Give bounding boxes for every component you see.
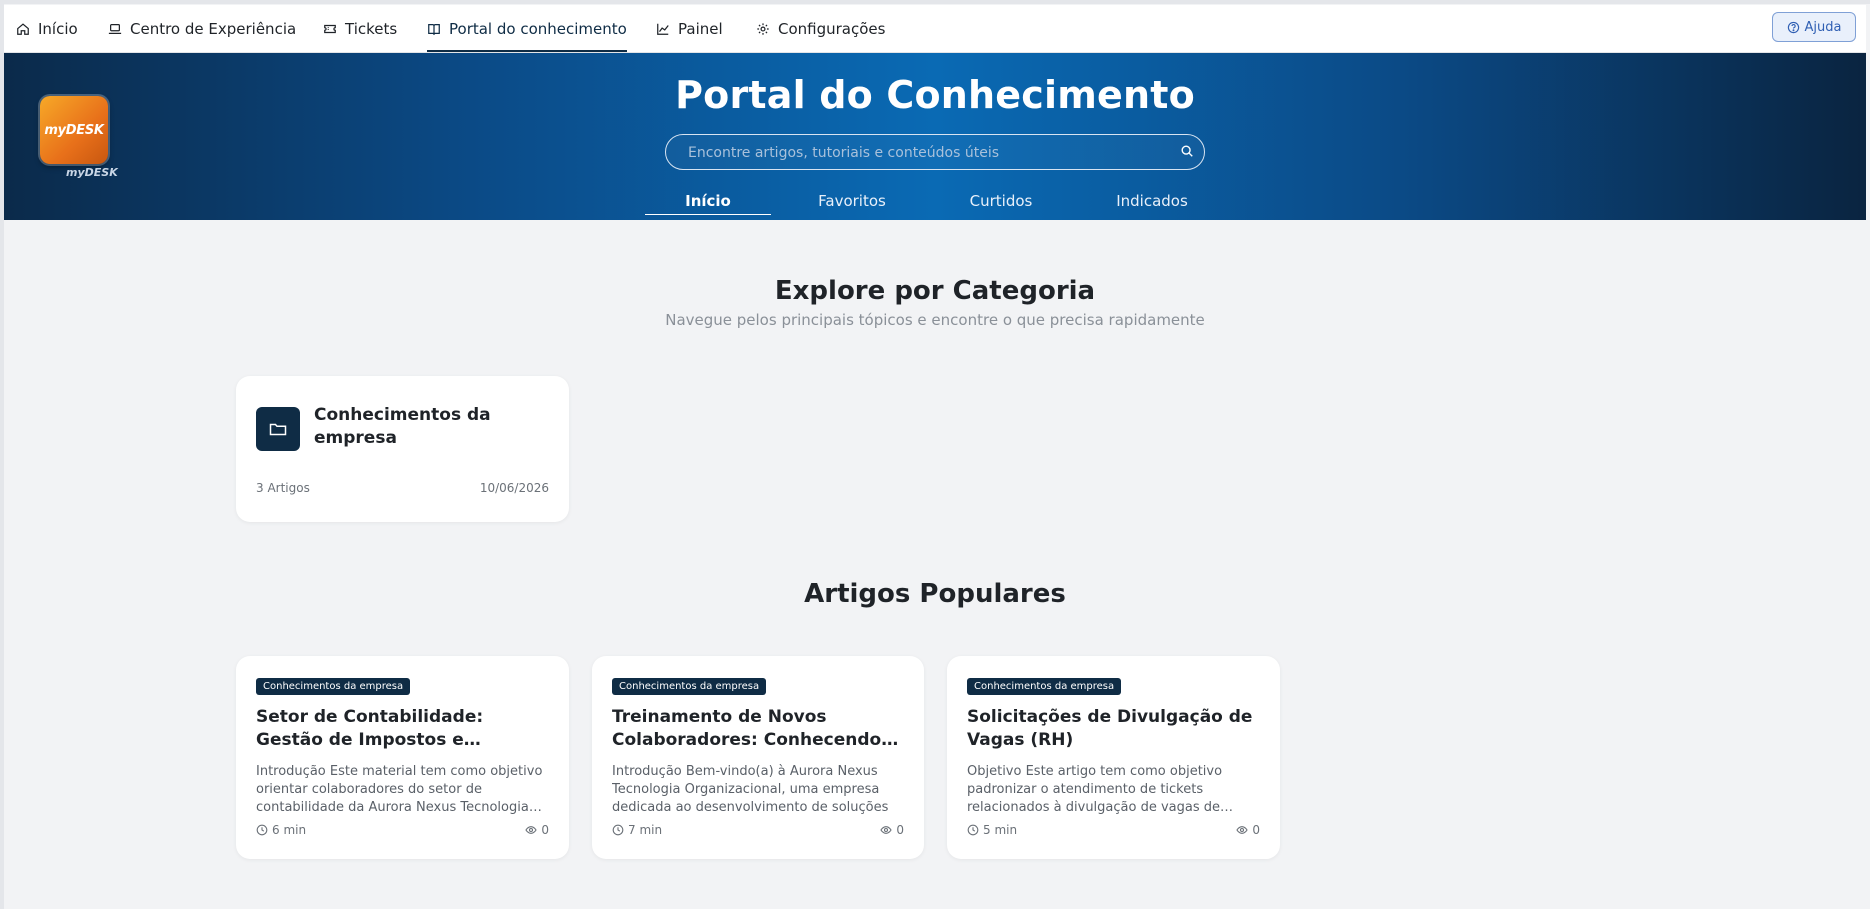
article-card[interactable]: Conhecimentos da empresa Treinamento de … xyxy=(592,656,924,859)
help-circle-icon xyxy=(1787,21,1799,33)
nav-item-label: Início xyxy=(38,19,78,38)
nav-item-centro-de-experiencia[interactable]: Centro de Experiência xyxy=(108,5,296,52)
clock-icon xyxy=(967,824,979,836)
view-count-value: 0 xyxy=(896,823,904,837)
view-count-value: 0 xyxy=(1252,823,1260,837)
article-excerpt: Introdução Este material tem como objeti… xyxy=(256,764,543,815)
article-excerpt: Introdução Bem-vindo(a) à Aurora Nexus T… xyxy=(612,764,889,815)
tab-favoritos[interactable]: Favoritos xyxy=(789,188,915,214)
laptop-icon xyxy=(108,22,122,36)
category-name: Conhecimentos da empresa xyxy=(314,405,491,448)
article-card[interactable]: Conhecimentos da empresa Setor de Contab… xyxy=(236,656,569,859)
category-badge: Conhecimentos da empresa xyxy=(612,678,767,695)
reading-time: 6 min xyxy=(256,823,306,837)
book-icon xyxy=(427,22,441,36)
hero-banner: myDESK myDESK Portal do Conhecimento Iní… xyxy=(4,53,1866,220)
tab-inicio[interactable]: Início xyxy=(645,188,771,215)
popular-articles-title: Artigos Populares xyxy=(804,579,1066,609)
home-icon xyxy=(16,22,30,36)
nav-item-painel[interactable]: Painel xyxy=(656,5,723,52)
reading-time-value: 5 min xyxy=(983,823,1018,837)
logo-text: myDESK xyxy=(44,122,104,138)
nav-item-label: Centro de Experiência xyxy=(130,19,297,38)
nav-item-label: Tickets xyxy=(345,19,398,38)
nav-item-label: Configurações xyxy=(778,19,886,38)
nav-item-tickets[interactable]: Tickets xyxy=(323,5,397,52)
reading-time-value: 6 min xyxy=(272,823,307,837)
eye-icon xyxy=(525,826,537,834)
clock-icon xyxy=(612,824,624,836)
clock-icon xyxy=(256,824,268,836)
view-count-value: 0 xyxy=(541,823,549,837)
reading-time: 7 min xyxy=(612,823,662,837)
nav-item-portal-do-conhecimento[interactable]: Portal do conhecimento xyxy=(427,5,627,52)
article-card[interactable]: Conhecimentos da empresa Solicitações de… xyxy=(947,656,1280,859)
portal-tabs: Início Favoritos Curtidos Indicados xyxy=(4,188,1866,216)
eye-icon xyxy=(1236,826,1248,834)
reading-time-value: 7 min xyxy=(628,823,663,837)
view-count: 0 xyxy=(880,823,904,837)
article-title: Treinamento de Novos Colaboradores: Conh… xyxy=(612,707,899,750)
search-bar xyxy=(665,134,1205,170)
view-count: 0 xyxy=(1236,823,1260,837)
tab-curtidos[interactable]: Curtidos xyxy=(938,188,1064,214)
folder-icon xyxy=(256,407,300,451)
eye-icon xyxy=(880,826,892,834)
category-date: 10/06/2026 xyxy=(479,481,549,495)
search-icon[interactable] xyxy=(1180,144,1194,158)
category-article-count: 3 Artigos xyxy=(256,481,310,495)
category-card[interactable]: Conhecimentos da empresa 3 Artigos 10/06… xyxy=(236,376,569,522)
chart-line-icon xyxy=(656,22,670,36)
help-button[interactable]: Ajuda xyxy=(1772,12,1856,42)
nav-item-inicio[interactable]: Início xyxy=(16,5,78,52)
nav-item-label: Portal do conhecimento xyxy=(449,19,627,38)
view-count: 0 xyxy=(525,823,549,837)
category-badge: Conhecimentos da empresa xyxy=(967,678,1122,695)
category-badge: Conhecimentos da empresa xyxy=(256,678,411,695)
logo-caption: myDESK xyxy=(66,166,118,179)
article-title: Setor de Contabilidade: Gestão de Impost… xyxy=(256,707,484,750)
help-button-label: Ajuda xyxy=(1804,19,1842,35)
search-input[interactable] xyxy=(686,135,1170,170)
page-title: Portal do Conhecimento xyxy=(675,73,1195,117)
window-top-border xyxy=(0,0,1870,4)
article-excerpt: Objetivo Este artigo tem como objetivo p… xyxy=(967,764,1223,815)
categories-subtitle: Navegue pelos principais tópicos e encon… xyxy=(665,311,1205,329)
tab-indicados[interactable]: Indicados xyxy=(1089,188,1215,214)
reading-time: 5 min xyxy=(967,823,1017,837)
article-title: Solicitações de Divulgação de Vagas (RH) xyxy=(967,707,1253,750)
categories-title: Explore por Categoria xyxy=(774,276,1096,306)
gear-icon xyxy=(756,22,770,36)
top-navigation: Início Centro de Experiência Tickets Por… xyxy=(4,5,1866,53)
ticket-icon xyxy=(323,22,337,36)
nav-item-configuracoes[interactable]: Configurações xyxy=(756,5,885,52)
nav-item-label: Painel xyxy=(678,19,723,38)
